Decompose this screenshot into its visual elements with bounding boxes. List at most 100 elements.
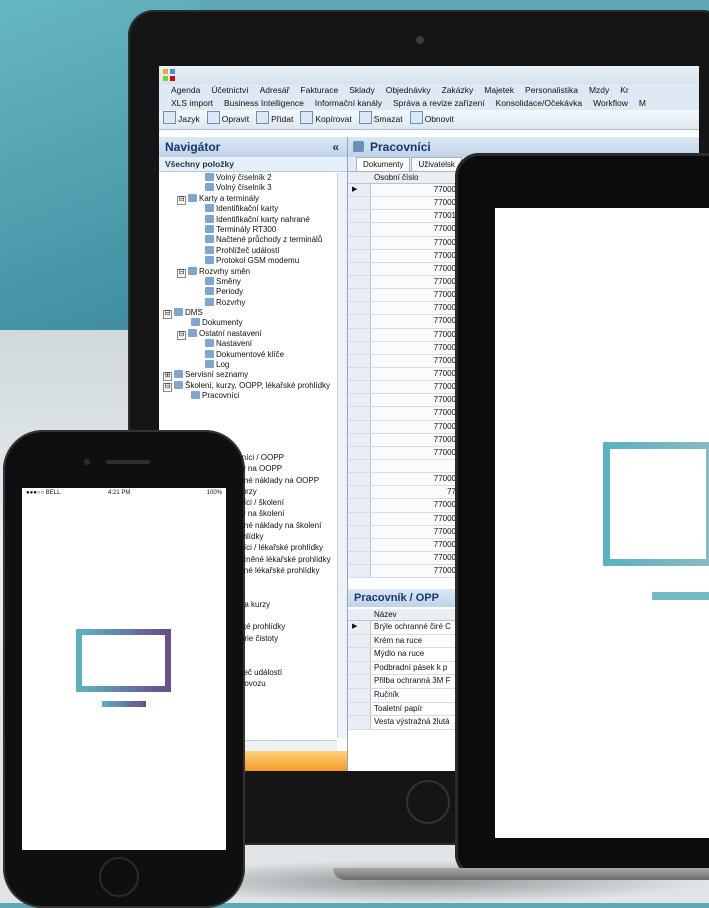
- menu-item[interactable]: Majetek: [484, 85, 514, 95]
- row-selector[interactable]: [348, 648, 371, 661]
- menu-item[interactable]: Adresář: [260, 85, 290, 95]
- tree-item-partial[interactable]: egorie čistoty: [231, 633, 351, 644]
- tree-item-partial[interactable]: lady na školení: [231, 508, 351, 519]
- tree-item[interactable]: Identifikační karty: [159, 204, 337, 214]
- tree-item-partial[interactable]: ary: [231, 644, 351, 655]
- toolbar-button[interactable]: Smazat: [358, 110, 403, 129]
- row-selector[interactable]: [348, 210, 371, 223]
- row-selector[interactable]: [348, 499, 371, 512]
- menu-item[interactable]: Mzdy: [589, 85, 609, 95]
- menu-item[interactable]: Sklady: [349, 85, 375, 95]
- tree-item[interactable]: ⊟ Školení, kurzy, OOPP, lékařské prohlídk…: [159, 380, 337, 392]
- row-selector[interactable]: [348, 486, 371, 499]
- row-selector[interactable]: [348, 538, 371, 551]
- menu-item[interactable]: Objednávky: [386, 85, 431, 95]
- tree-item[interactable]: Rozvrhy: [159, 297, 337, 308]
- menu-item[interactable]: Agenda: [171, 85, 200, 95]
- row-selector[interactable]: [348, 354, 371, 367]
- row-selector[interactable]: [348, 688, 371, 702]
- tree-item-partial[interactable]: [231, 576, 351, 587]
- menu-item[interactable]: Zakázky: [442, 85, 474, 95]
- tree-item-partial[interactable]: y provozu: [231, 678, 351, 689]
- tree-item[interactable]: Dokumenty: [159, 318, 337, 328]
- row-selector[interactable]: [348, 197, 371, 210]
- tree-item[interactable]: Periody: [159, 287, 337, 297]
- tree-item[interactable]: Dokumentové klíče: [159, 349, 337, 360]
- menu-item[interactable]: XLS import: [171, 98, 213, 108]
- tree-item[interactable]: Log: [159, 360, 337, 370]
- tree-item[interactable]: Prohlížeč událostí: [159, 245, 337, 256]
- menu-item[interactable]: Informační kanály: [315, 98, 382, 108]
- expand-toggle-icon[interactable]: ⊟: [177, 195, 186, 205]
- row-selector[interactable]: [348, 275, 371, 289]
- menu-item[interactable]: Personalistika: [525, 85, 578, 95]
- expand-toggle-icon[interactable]: ⊟: [177, 330, 186, 340]
- tree-item[interactable]: Protokol GSM modemu: [159, 256, 337, 266]
- toolbar-button[interactable]: Přidat: [256, 110, 293, 129]
- row-selector[interactable]: [348, 675, 371, 688]
- tree-item[interactable]: Identifikační karty nahrané: [159, 214, 337, 225]
- tree-item-partial[interactable]: a kurzy: [231, 486, 351, 497]
- row-selector[interactable]: [348, 702, 371, 716]
- tree-item-partial[interactable]: ované náklady na školení: [231, 520, 351, 531]
- tree-item-partial[interactable]: utečněné lékařské prohlídky: [231, 554, 351, 565]
- menu-item[interactable]: Fakturace: [300, 85, 338, 95]
- row-selector[interactable]: [348, 716, 371, 729]
- row-selector[interactable]: [348, 565, 371, 578]
- row-selector[interactable]: [348, 381, 371, 394]
- menu-item[interactable]: Účetnictví: [211, 85, 248, 95]
- row-selector[interactable]: [348, 459, 371, 473]
- tree-item-partial[interactable]: hlížeč událostí: [231, 667, 351, 678]
- tab[interactable]: Uživatelsk: [411, 157, 462, 171]
- menu-item[interactable]: Správa a revize zařízení: [393, 98, 485, 108]
- tree-item-partial[interactable]: ované lékařské prohlídky: [231, 565, 351, 576]
- tree-item[interactable]: Načtené průchody z terminálů: [159, 235, 337, 245]
- row-selector[interactable]: [348, 341, 371, 354]
- tree-item[interactable]: ⊟ DMS: [159, 308, 337, 320]
- row-selector[interactable]: [348, 262, 371, 275]
- tree-item-partial[interactable]: lity: [231, 655, 351, 666]
- tree-item-partial[interactable]: ovníci / školení: [231, 497, 351, 508]
- row-selector[interactable]: [348, 551, 371, 565]
- expand-toggle-icon[interactable]: ⊟: [177, 268, 186, 278]
- row-selector[interactable]: [348, 328, 371, 341]
- tree-item[interactable]: Pracovníci: [159, 391, 337, 401]
- row-selector[interactable]: [348, 394, 371, 407]
- toolbar-button[interactable]: Kopírovat: [300, 110, 352, 129]
- row-selector[interactable]: [348, 661, 371, 675]
- tree-item[interactable]: ⊟ Ostatní nastavení: [159, 328, 337, 340]
- tree-item-partial[interactable]: ovníci / lékařské prohlídky: [231, 542, 351, 553]
- collapse-icon[interactable]: «: [332, 137, 339, 157]
- menu-item[interactable]: Business Intelligence: [224, 98, 304, 108]
- tree-item[interactable]: Směny: [159, 276, 337, 287]
- tablet-home-button[interactable]: [406, 780, 450, 824]
- tree-item[interactable]: ⊞ Servisní seznamy: [159, 370, 337, 382]
- tree-item[interactable]: ⊟ Karty a terminály: [159, 193, 337, 205]
- row-selector[interactable]: [348, 634, 371, 648]
- phone-home-button[interactable]: [99, 857, 139, 897]
- toolbar-button[interactable]: Obnovit: [409, 110, 454, 129]
- row-selector[interactable]: [348, 525, 371, 538]
- tree-item[interactable]: Volný číselník 2: [159, 173, 337, 183]
- menu-item[interactable]: Kr: [620, 85, 629, 95]
- tree-item-partial[interactable]: lady na OOPP: [231, 463, 351, 474]
- row-selector[interactable]: [348, 446, 371, 459]
- row-selector[interactable]: [348, 512, 371, 525]
- row-selector[interactable]: [348, 315, 371, 328]
- row-selector[interactable]: [348, 407, 371, 420]
- row-selector[interactable]: [348, 236, 371, 249]
- tree-item-partial[interactable]: ese: [231, 588, 351, 599]
- tree-item[interactable]: ⊟ Rozvrhy směn: [159, 266, 337, 278]
- row-selector[interactable]: [348, 289, 371, 302]
- toolbar-button[interactable]: Opravit: [206, 110, 249, 129]
- tree-item[interactable]: Terminály RT300: [159, 224, 337, 235]
- tab[interactable]: Dokumenty: [356, 157, 411, 171]
- menu-item[interactable]: Workflow: [593, 98, 628, 108]
- expand-toggle-icon[interactable]: ⊟: [163, 382, 172, 392]
- row-selector[interactable]: [348, 473, 371, 486]
- tree-item-partial[interactable]: prohlídky: [231, 531, 351, 542]
- row-selector[interactable]: [348, 433, 371, 446]
- tree-item-partial[interactable]: tovníci / OOPP: [231, 452, 351, 463]
- tree-item-partial[interactable]: ení a kurzy: [231, 599, 351, 610]
- row-selector[interactable]: [348, 367, 371, 381]
